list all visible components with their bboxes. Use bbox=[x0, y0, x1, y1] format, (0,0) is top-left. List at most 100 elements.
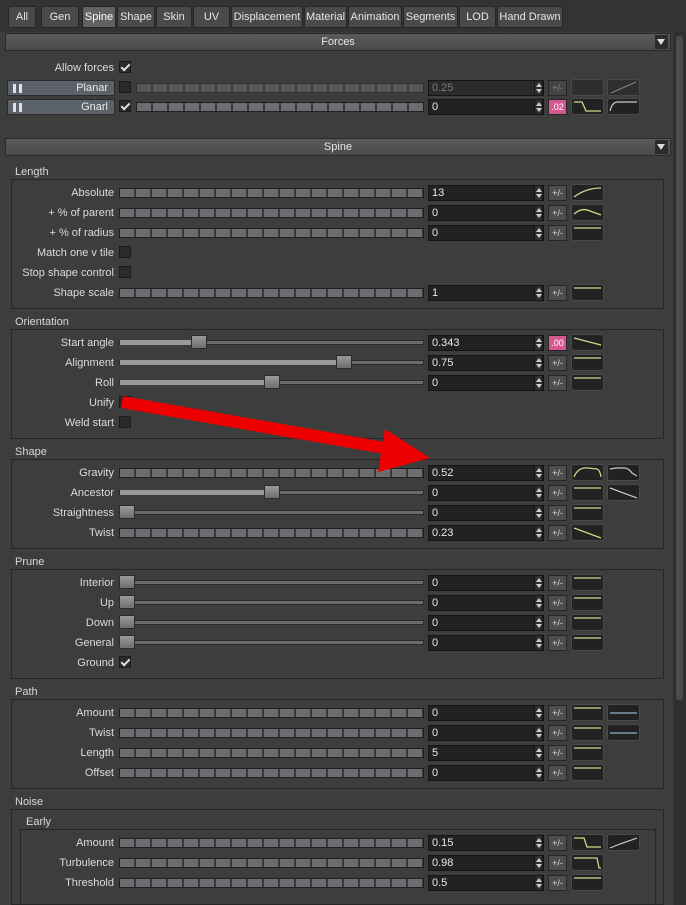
alignment-thumb[interactable] bbox=[335, 355, 352, 369]
noise-amount-spinner[interactable] bbox=[534, 835, 543, 851]
tab-segments[interactable]: Segments bbox=[403, 6, 458, 28]
roll-value[interactable]: 0 bbox=[428, 375, 544, 391]
path-twist-variance-button[interactable]: +/- bbox=[548, 725, 567, 741]
turbulence-variance-button[interactable]: +/- bbox=[548, 855, 567, 871]
pct-radius-spinner[interactable] bbox=[534, 225, 543, 241]
straightness-variance-button[interactable]: +/- bbox=[548, 505, 567, 521]
up-value[interactable]: 0 bbox=[428, 595, 544, 611]
shape-scale-spinner[interactable] bbox=[534, 285, 543, 301]
ancestor-value[interactable]: 0 bbox=[428, 485, 544, 501]
start-angle-spinner[interactable] bbox=[534, 335, 543, 351]
path-amount-slider[interactable] bbox=[119, 708, 424, 718]
start-angle-value[interactable]: 0.343 bbox=[428, 335, 544, 351]
gravity-value[interactable]: 0.52 bbox=[428, 465, 544, 481]
ancestor-curve-1[interactable] bbox=[571, 484, 604, 501]
gnarl-checkbox[interactable] bbox=[119, 100, 131, 112]
path-twist-slider[interactable] bbox=[119, 728, 424, 738]
path-amount-curve-2[interactable] bbox=[607, 704, 640, 721]
ancestor-variance-button[interactable]: +/- bbox=[548, 485, 567, 501]
general-value[interactable]: 0 bbox=[428, 635, 544, 651]
roll-spinner[interactable] bbox=[534, 375, 543, 391]
tab-hand-drawn[interactable]: Hand Drawn bbox=[497, 6, 563, 28]
gravity-curve-1[interactable] bbox=[571, 464, 604, 481]
down-thumb[interactable] bbox=[119, 615, 135, 629]
path-length-value[interactable]: 5 bbox=[428, 745, 544, 761]
pct-parent-variance-button[interactable]: +/- bbox=[548, 205, 567, 221]
gnarl-variance-button[interactable]: .02 bbox=[548, 99, 567, 115]
up-slider[interactable] bbox=[119, 600, 424, 605]
threshold-value[interactable]: 0.5 bbox=[428, 875, 544, 891]
down-spinner[interactable] bbox=[534, 615, 543, 631]
path-offset-variance-button[interactable]: +/- bbox=[548, 765, 567, 781]
tab-lod[interactable]: LOD bbox=[459, 6, 496, 28]
threshold-spinner[interactable] bbox=[534, 875, 543, 891]
start-angle-thumb[interactable] bbox=[191, 335, 208, 349]
straightness-slider[interactable] bbox=[119, 510, 424, 515]
planar-checkbox[interactable] bbox=[119, 81, 131, 93]
alignment-spinner[interactable] bbox=[534, 355, 543, 371]
planar-button[interactable]: Planar bbox=[7, 80, 115, 96]
ancestor-curve-2[interactable] bbox=[607, 484, 640, 501]
turbulence-value[interactable]: 0.98 bbox=[428, 855, 544, 871]
tab-displacement[interactable]: Displacement bbox=[231, 6, 303, 28]
alignment-value[interactable]: 0.75 bbox=[428, 355, 544, 371]
tab-gen[interactable]: Gen bbox=[41, 6, 79, 28]
path-length-spinner[interactable] bbox=[534, 745, 543, 761]
general-slider[interactable] bbox=[119, 640, 424, 645]
match-v-tile-checkbox[interactable] bbox=[119, 246, 131, 258]
planar-curve-1[interactable] bbox=[571, 79, 604, 96]
up-variance-button[interactable]: +/- bbox=[548, 595, 567, 611]
scrollbar-thumb[interactable] bbox=[676, 36, 683, 700]
path-offset-spinner[interactable] bbox=[534, 765, 543, 781]
pct-parent-curve[interactable] bbox=[571, 204, 604, 221]
gravity-curve-2[interactable] bbox=[607, 464, 640, 481]
pct-radius-variance-button[interactable]: +/- bbox=[548, 225, 567, 241]
tab-shape[interactable]: Shape bbox=[117, 6, 155, 28]
general-variance-button[interactable]: +/- bbox=[548, 635, 567, 651]
path-twist-curve-1[interactable] bbox=[571, 724, 604, 741]
general-curve[interactable] bbox=[571, 634, 604, 651]
path-amount-curve-1[interactable] bbox=[571, 704, 604, 721]
noise-amount-curve-1[interactable] bbox=[571, 834, 604, 851]
down-curve[interactable] bbox=[571, 614, 604, 631]
twist-slider[interactable] bbox=[119, 528, 424, 538]
shape-scale-value[interactable]: 1 bbox=[428, 285, 544, 301]
path-amount-spinner[interactable] bbox=[534, 705, 543, 721]
twist-value[interactable]: 0.23 bbox=[428, 525, 544, 541]
chevron-down-icon[interactable] bbox=[655, 35, 668, 49]
allow-forces-checkbox[interactable] bbox=[119, 61, 131, 73]
tab-material[interactable]: Material bbox=[304, 6, 347, 28]
threshold-curve[interactable] bbox=[571, 874, 604, 891]
interior-slider[interactable] bbox=[119, 580, 424, 585]
roll-thumb[interactable] bbox=[263, 375, 280, 389]
absolute-slider[interactable] bbox=[119, 188, 424, 198]
noise-amount-curve-2[interactable] bbox=[607, 834, 640, 851]
path-twist-value[interactable]: 0 bbox=[428, 725, 544, 741]
straightness-curve[interactable] bbox=[571, 504, 604, 521]
shape-scale-slider[interactable] bbox=[119, 288, 424, 298]
twist-variance-button[interactable]: +/- bbox=[548, 525, 567, 541]
path-length-slider[interactable] bbox=[119, 748, 424, 758]
up-curve[interactable] bbox=[571, 594, 604, 611]
tab-uv[interactable]: UV bbox=[193, 6, 230, 28]
absolute-curve[interactable] bbox=[571, 184, 604, 201]
weld-start-checkbox[interactable] bbox=[119, 416, 131, 428]
chevron-down-icon[interactable] bbox=[655, 140, 668, 154]
alignment-curve[interactable] bbox=[571, 354, 604, 371]
noise-amount-value[interactable]: 0.15 bbox=[428, 835, 544, 851]
tab-animation[interactable]: Animation bbox=[348, 6, 402, 28]
path-amount-variance-button[interactable]: +/- bbox=[548, 705, 567, 721]
absolute-variance-button[interactable]: +/- bbox=[548, 185, 567, 201]
path-offset-curve[interactable] bbox=[571, 764, 604, 781]
interior-variance-button[interactable]: +/- bbox=[548, 575, 567, 591]
path-twist-spinner[interactable] bbox=[534, 725, 543, 741]
gnarl-button[interactable]: Gnarl bbox=[7, 99, 115, 115]
planar-curve-2[interactable] bbox=[607, 79, 640, 96]
gnarl-curve-1[interactable] bbox=[571, 98, 604, 115]
turbulence-spinner[interactable] bbox=[534, 855, 543, 871]
twist-curve[interactable] bbox=[571, 524, 604, 541]
pct-parent-spinner[interactable] bbox=[534, 205, 543, 221]
shape-scale-variance-button[interactable]: +/- bbox=[548, 285, 567, 301]
planar-value[interactable]: 0.25 bbox=[428, 80, 544, 96]
ancestor-spinner[interactable] bbox=[534, 485, 543, 501]
